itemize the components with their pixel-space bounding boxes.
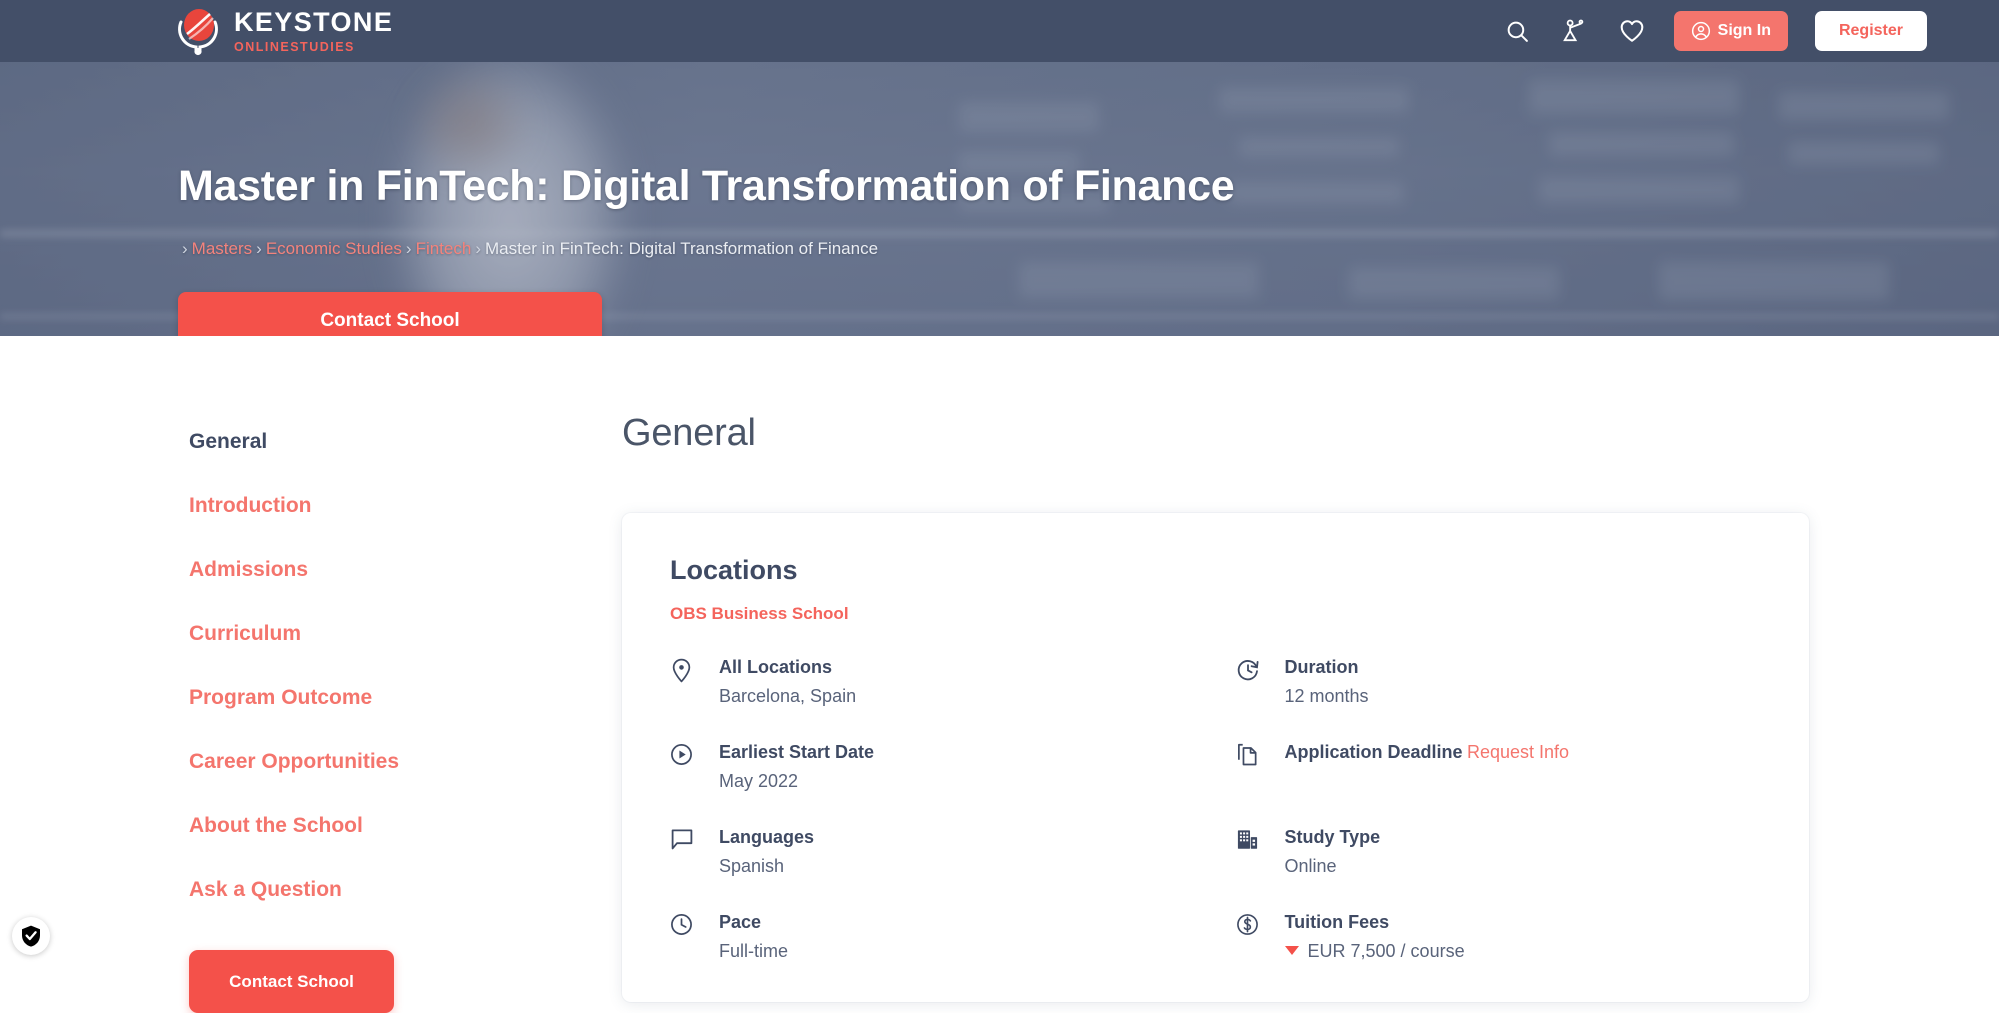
brand-tagline: ONLINESTUDIES xyxy=(234,41,393,54)
fact-label: Application Deadline xyxy=(1285,742,1463,762)
fact-value: EUR 7,500 / course xyxy=(1308,940,1465,963)
sidebar-item-curriculum[interactable]: Curriculum xyxy=(189,622,489,646)
globe-logo-icon xyxy=(175,6,221,56)
fact-value: Spanish xyxy=(719,855,814,878)
breadcrumb-separator: › xyxy=(256,239,262,258)
school-link[interactable]: OBS Business School xyxy=(670,604,1761,624)
fact-value: Full-time xyxy=(719,940,788,963)
hero-contact-school-button[interactable]: Contact School xyxy=(178,292,602,336)
fact-study-type: Study Type Online xyxy=(1236,826,1762,877)
fact-label: Earliest Start Date xyxy=(719,742,874,762)
breadcrumb-item-masters[interactable]: Masters xyxy=(192,239,252,258)
fact-label: Tuition Fees xyxy=(1285,912,1390,932)
play-circle-icon xyxy=(670,741,696,766)
page-title: Master in FinTech: Digital Transformatio… xyxy=(178,162,1234,211)
site-header: KEYSTONE ONLINESTUDIES xyxy=(0,0,1999,62)
breadcrumb: ›Masters›Economic Studies›Fintech›Master… xyxy=(178,239,878,259)
compare-icon[interactable] xyxy=(1560,16,1590,46)
sidebar-item-introduction[interactable]: Introduction xyxy=(189,494,489,518)
card-title: Locations xyxy=(670,555,1761,586)
main-content: General Introduction Admissions Curricul… xyxy=(0,336,1999,969)
locations-card: Locations OBS Business School All Locati… xyxy=(622,513,1809,1002)
documents-icon xyxy=(1236,741,1262,767)
fact-pace: Pace Full-time xyxy=(670,911,1196,962)
building-icon xyxy=(1236,826,1262,851)
hero-banner: Master in FinTech: Digital Transformatio… xyxy=(0,62,1999,336)
content-column: General Locations OBS Business School Al… xyxy=(622,336,1812,1002)
fact-label: Study Type xyxy=(1285,827,1381,847)
search-icon[interactable] xyxy=(1503,16,1533,46)
sidebar-item-general[interactable]: General xyxy=(189,430,489,454)
fact-application-deadline: Application Deadline Request Info xyxy=(1236,741,1762,792)
breadcrumb-separator: › xyxy=(475,239,481,258)
map-pin-icon xyxy=(670,656,696,683)
section-sidebar: General Introduction Admissions Curricul… xyxy=(189,430,489,1013)
shield-check-icon xyxy=(19,924,43,948)
breadcrumb-item-economic-studies[interactable]: Economic Studies xyxy=(266,239,402,258)
dollar-circle-icon xyxy=(1236,911,1262,936)
register-button[interactable]: Register xyxy=(1815,11,1927,51)
fact-earliest-start-date: Earliest Start Date May 2022 xyxy=(670,741,1196,792)
privacy-settings-button[interactable] xyxy=(12,917,50,955)
header-actions: Sign In Register xyxy=(1503,11,1927,51)
fact-value: May 2022 xyxy=(719,770,874,793)
brand-name: KEYSTONE xyxy=(234,9,393,36)
fact-label: Pace xyxy=(719,912,761,932)
heart-icon[interactable] xyxy=(1617,16,1647,46)
breadcrumb-separator: › xyxy=(182,239,188,258)
sidebar-item-program-outcome[interactable]: Program Outcome xyxy=(189,686,489,710)
fact-all-locations: All Locations Barcelona, Spain xyxy=(670,656,1196,707)
fact-value: Online xyxy=(1285,855,1381,878)
user-circle-icon xyxy=(1691,21,1711,41)
sidebar-contact-school-button[interactable]: Contact School xyxy=(189,950,394,1013)
fee-row: EUR 7,500 / course xyxy=(1285,940,1465,963)
fact-value: 12 months xyxy=(1285,685,1369,708)
fact-value-link[interactable]: Request Info xyxy=(1467,742,1569,762)
chat-icon xyxy=(670,826,696,851)
brand-logo[interactable]: KEYSTONE ONLINESTUDIES xyxy=(175,6,393,56)
breadcrumb-item-fintech[interactable]: Fintech xyxy=(416,239,472,258)
fact-tuition-fees: Tuition Fees EUR 7,500 / course xyxy=(1236,911,1762,962)
section-heading: General xyxy=(622,412,1812,455)
history-icon xyxy=(1236,656,1262,682)
clock-icon xyxy=(670,911,696,936)
sign-in-label: Sign In xyxy=(1718,22,1771,40)
fact-label: Duration xyxy=(1285,657,1359,677)
fact-languages: Languages Spanish xyxy=(670,826,1196,877)
sidebar-item-about-the-school[interactable]: About the School xyxy=(189,814,489,838)
program-facts-grid: All Locations Barcelona, Spain Du xyxy=(670,656,1761,962)
fact-value: Barcelona, Spain xyxy=(719,685,856,708)
sidebar-item-admissions[interactable]: Admissions xyxy=(189,558,489,582)
breadcrumb-separator: › xyxy=(406,239,412,258)
breadcrumb-item-current: Master in FinTech: Digital Transformatio… xyxy=(485,239,878,258)
triangle-bullet-icon xyxy=(1285,946,1299,955)
sidebar-item-career-opportunities[interactable]: Career Opportunities xyxy=(189,750,489,774)
fact-label: All Locations xyxy=(719,657,832,677)
fact-duration: Duration 12 months xyxy=(1236,656,1762,707)
fact-label: Languages xyxy=(719,827,814,847)
sidebar-item-ask-a-question[interactable]: Ask a Question xyxy=(189,878,489,902)
sign-in-button[interactable]: Sign In xyxy=(1674,11,1788,51)
